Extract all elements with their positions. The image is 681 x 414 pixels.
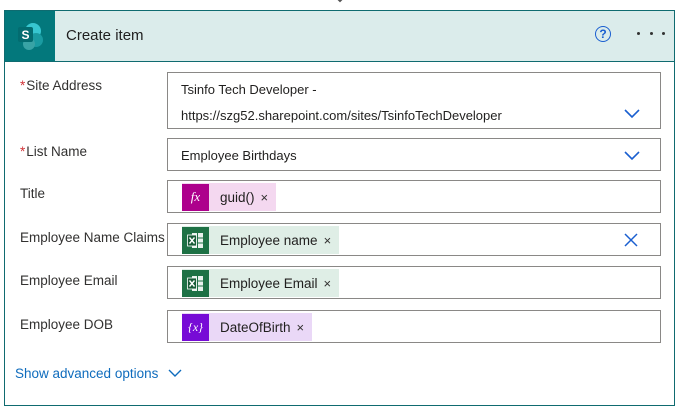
employee-name-claims-label: Employee Name Claims [20,230,165,245]
more-options-icon[interactable] [637,23,665,43]
variable-token[interactable]: {x} DateOfBirth × [182,313,313,341]
app-letter: S [21,28,29,42]
title-label: Title [20,186,46,201]
excel-icon [182,269,209,297]
excel-token[interactable]: Employee Email × [182,269,340,297]
list-name-value: Employee Birthdays [181,148,297,163]
advanced-options-label: Show advanced options [15,366,159,381]
employee-name-claims-input[interactable]: Employee name × [167,223,661,256]
required-marker: * [20,78,26,93]
clear-field-icon[interactable] [624,233,638,247]
remove-token-icon[interactable]: × [261,190,277,205]
list-name-dropdown[interactable]: Employee Birthdays [167,138,661,171]
employee-email-label: Employee Email [20,273,118,288]
create-item-action-card: S Create item ? *Site Address Tsinfo Tec… [4,10,675,406]
employee-dob-label: Employee DOB [20,317,114,332]
action-title[interactable]: Create item [66,27,144,44]
action-header[interactable]: S Create item ? [5,11,674,62]
token-label: guid() [220,189,255,205]
site-address-label: *Site Address [20,78,103,93]
title-input[interactable]: fx guid() × [167,180,661,213]
expression-token[interactable]: fx guid() × [182,183,277,211]
excel-icon [182,226,209,254]
chevron-down-icon[interactable] [624,109,640,119]
token-label: Employee Email [220,275,318,291]
remove-token-icon[interactable]: × [324,276,340,291]
site-address-dropdown[interactable]: Tsinfo Tech Developer - https://szg52.sh… [167,72,661,129]
site-address-value-line2: https://szg52.sharepoint.com/sites/Tsinf… [181,108,502,123]
token-label: DateOfBirth [220,319,291,335]
required-marker: * [20,144,26,159]
connector-arrow-icon [337,0,343,3]
expression-fx-icon: fx [182,183,209,211]
chevron-down-icon[interactable] [624,151,640,161]
site-address-value-line1: Tsinfo Tech Developer - [181,82,317,97]
remove-token-icon[interactable]: × [297,320,313,335]
remove-token-icon[interactable]: × [324,233,340,248]
employee-dob-input[interactable]: {x} DateOfBirth × [167,310,661,343]
help-icon[interactable]: ? [595,26,611,42]
excel-token[interactable]: Employee name × [182,226,340,254]
variable-icon: {x} [182,313,209,341]
chevron-down-icon [168,369,182,377]
show-advanced-options-link[interactable]: Show advanced options [15,366,182,381]
list-name-label: *List Name [20,144,88,159]
token-label: Employee name [220,232,318,248]
employee-email-input[interactable]: Employee Email × [167,266,661,299]
sharepoint-icon: S [5,11,55,61]
